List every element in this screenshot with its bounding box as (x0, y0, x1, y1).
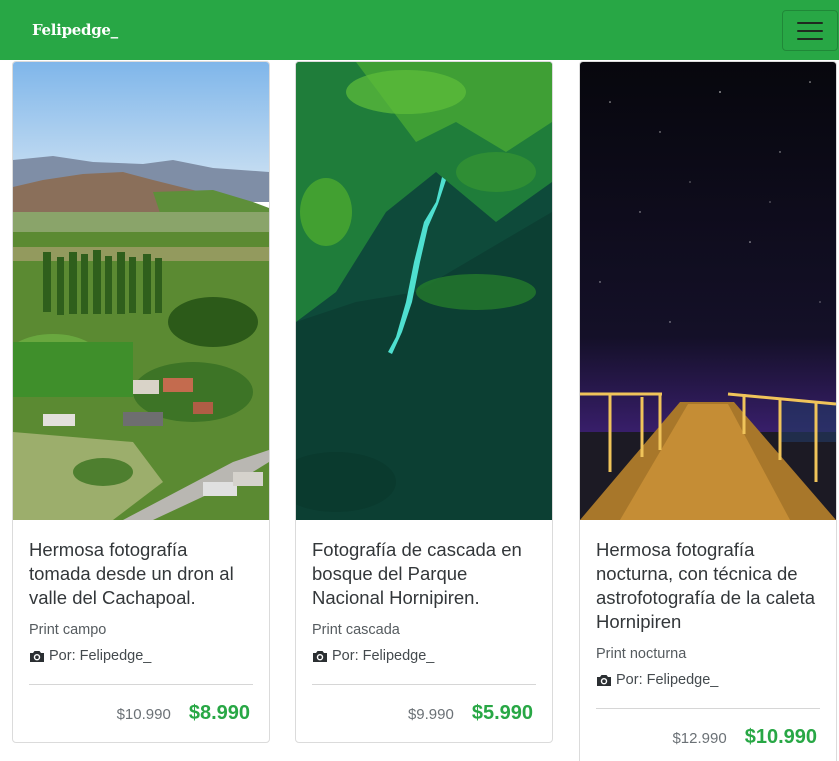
price-row: $9.990 $5.990 (312, 684, 536, 742)
navbar: Felipedge_ (0, 0, 839, 60)
navbar-toggle-button[interactable] (782, 10, 838, 51)
hamburger-menu-icon (797, 21, 823, 24)
product-author: Por: Felipedge_ (596, 672, 820, 688)
product-category: Print campo (29, 622, 107, 638)
old-price: $12.990 (672, 730, 727, 747)
product-image-waterfall[interactable] (296, 62, 552, 520)
product-image-valley[interactable] (13, 62, 269, 520)
author-name: Por: Felipedge_ (332, 648, 435, 664)
sale-price: $10.990 (744, 726, 817, 748)
old-price: $10.990 (116, 706, 171, 723)
author-name: Por: Felipedge_ (49, 648, 152, 664)
camera-icon (30, 650, 44, 662)
product-author: Por: Felipedge_ (29, 648, 253, 664)
product-card[interactable]: Hermosa fotografía tomada desde un dron … (12, 61, 270, 743)
product-title[interactable]: Fotografía de cascada en bosque del Parq… (312, 538, 536, 610)
product-image-night-pier[interactable] (580, 62, 836, 520)
product-title[interactable]: Hermosa fotografía tomada desde un dron … (29, 538, 253, 610)
author-name: Por: Felipedge_ (616, 672, 719, 688)
sale-price: $8.990 (188, 702, 250, 724)
camera-icon (313, 650, 327, 662)
price-row: $10.990 $8.990 (29, 684, 253, 742)
product-author: Por: Felipedge_ (312, 648, 536, 664)
product-card[interactable]: Fotografía de cascada en bosque del Parq… (295, 61, 553, 743)
price-row: $12.990 $10.990 (596, 708, 820, 761)
product-title[interactable]: Hermosa fotografía nocturna, con técnica… (596, 538, 820, 634)
product-category: Print cascada (312, 622, 400, 638)
old-price: $9.990 (407, 706, 454, 723)
product-category: Print nocturna (596, 646, 687, 662)
product-card[interactable]: Hermosa fotografía nocturna, con técnica… (579, 61, 837, 761)
camera-icon (597, 674, 611, 686)
brand-logo[interactable]: Felipedge_ (32, 21, 118, 39)
sale-price: $5.990 (471, 702, 533, 724)
